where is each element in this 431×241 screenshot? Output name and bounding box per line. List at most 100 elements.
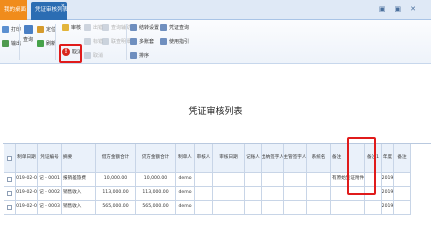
table-cell: 2019 — [382, 201, 394, 215]
multi-ledger-button[interactable]: 多账套 — [130, 38, 154, 45]
sort-button[interactable]: 排序 — [130, 52, 149, 59]
row-checkbox[interactable] — [4, 173, 16, 187]
column-header: 审核日期 — [213, 144, 245, 173]
settings-icon — [130, 24, 137, 31]
column-header: 制单人 — [176, 144, 195, 173]
locate-icon — [37, 26, 44, 33]
table-cell: 2019-02-08 — [16, 187, 38, 201]
table-cell — [365, 201, 382, 215]
aux-query-icon — [102, 24, 109, 31]
table-cell — [307, 187, 331, 201]
table-cell — [245, 187, 262, 201]
close-icon[interactable]: × — [61, 3, 65, 9]
table-cell — [213, 187, 245, 201]
table-cell — [213, 173, 245, 187]
checkbox-icon[interactable] — [7, 191, 12, 196]
export-icon — [2, 40, 9, 47]
table-cell — [245, 173, 262, 187]
cancel-highlight-box — [59, 44, 82, 63]
table-cell: 113,000.00 — [96, 187, 136, 201]
row-checkbox[interactable] — [4, 187, 16, 201]
column-header: 制单日期 — [16, 144, 38, 173]
column-header: 审核人 — [195, 144, 213, 173]
column-header: 出纳签字人 — [262, 144, 284, 173]
table-cell — [307, 201, 331, 215]
checkbox-icon[interactable] — [7, 205, 12, 210]
table-cell: 报销差旅费 — [62, 173, 96, 187]
table-cell — [195, 173, 213, 187]
help-guide-button[interactable]: 使用指引 — [160, 38, 189, 45]
window-icon-1[interactable]: ▣ — [379, 5, 395, 13]
table-cell: demo — [176, 187, 195, 201]
table-cell — [394, 187, 411, 201]
checkbox-icon[interactable] — [7, 177, 12, 182]
table-cell — [195, 201, 213, 215]
tab-strip: 我的桌面 凭证审核列表 × ▣▣✕ — [0, 0, 431, 20]
query-button[interactable]: 查询 — [21, 25, 35, 43]
column-header: 系统名 — [307, 144, 331, 173]
table-row[interactable]: 2019-02-08记 - 0003销售收入565,000.00565,000.… — [4, 201, 431, 215]
audit-button[interactable]: 审核 — [62, 24, 81, 31]
column-header: 年度 — [382, 144, 394, 173]
sort-icon — [130, 52, 137, 59]
cancel-mark-icon — [84, 52, 91, 59]
column-header: 摘要 — [62, 144, 96, 173]
detail-link-icon — [102, 38, 109, 45]
table-cell: 记 - 0003 — [38, 201, 62, 215]
table-cell — [213, 201, 245, 215]
table-cell: 销售收入 — [62, 201, 96, 215]
window-icon-3[interactable]: ✕ — [410, 5, 425, 13]
refresh-button[interactable]: 刷新 — [37, 40, 56, 47]
table-cell — [262, 187, 284, 201]
cancel-mark-button[interactable]: 取消 — [84, 52, 103, 59]
column-header: 借方金额合计 — [96, 144, 136, 173]
tab-voucher-audit-list[interactable]: 凭证审核列表 × — [31, 2, 68, 20]
error-button[interactable]: 出错 — [84, 24, 103, 31]
table-cell: demo — [176, 173, 195, 187]
window-icon-2[interactable]: ▣ — [395, 5, 411, 13]
table-cell — [307, 173, 331, 187]
table-cell — [195, 187, 213, 201]
table-cell: demo — [176, 201, 195, 215]
tab-home[interactable]: 我的桌面 — [0, 0, 27, 20]
column-header: 贷方金额合计 — [136, 144, 176, 173]
table-cell: 记 - 0002 — [38, 187, 62, 201]
table-cell: 记 - 0001 — [38, 173, 62, 187]
table-cell — [262, 173, 284, 187]
settle-settings-button[interactable]: 结转设置 — [130, 24, 159, 31]
column-header: 记账人 — [245, 144, 262, 173]
voucher-query-button[interactable]: 凭证查询 — [160, 24, 189, 31]
table-cell — [394, 173, 411, 187]
printer-icon — [2, 26, 9, 33]
query-icon — [23, 25, 33, 34]
select-all-checkbox[interactable] — [4, 144, 16, 173]
locate-button[interactable]: 定位 — [37, 26, 56, 33]
table-cell: 2019 — [382, 187, 394, 201]
checkbox-icon[interactable] — [7, 155, 12, 161]
audit-icon — [62, 24, 69, 31]
column-header: 备注 — [394, 144, 411, 173]
voucher-icon — [160, 24, 167, 31]
help-icon — [160, 38, 167, 45]
row-checkbox[interactable] — [4, 201, 16, 215]
remark-highlight-box — [347, 137, 376, 195]
table-cell — [394, 201, 411, 215]
table-cell: 113,000.00 — [136, 187, 176, 201]
mark-error-icon — [84, 38, 91, 45]
table-cell: 销售收入 — [62, 187, 96, 201]
table-cell — [245, 201, 262, 215]
mark-error-button[interactable]: 标错 — [84, 38, 103, 45]
column-header: 主管签字人 — [284, 144, 307, 173]
table-cell: 2019-02-08 — [16, 173, 38, 187]
table-cell — [284, 201, 307, 215]
error-icon — [84, 24, 91, 31]
table-cell — [262, 201, 284, 215]
column-header: 凭证编号 — [38, 144, 62, 173]
table-cell: 10,000.00 — [96, 173, 136, 187]
table-cell — [331, 201, 365, 215]
table-cell: 565,000.00 — [96, 201, 136, 215]
table-cell: 2019 — [382, 173, 394, 187]
page-title: 凭证审核列表 — [188, 107, 243, 117]
refresh-icon — [37, 40, 44, 47]
table-cell: 565,000.00 — [136, 201, 176, 215]
